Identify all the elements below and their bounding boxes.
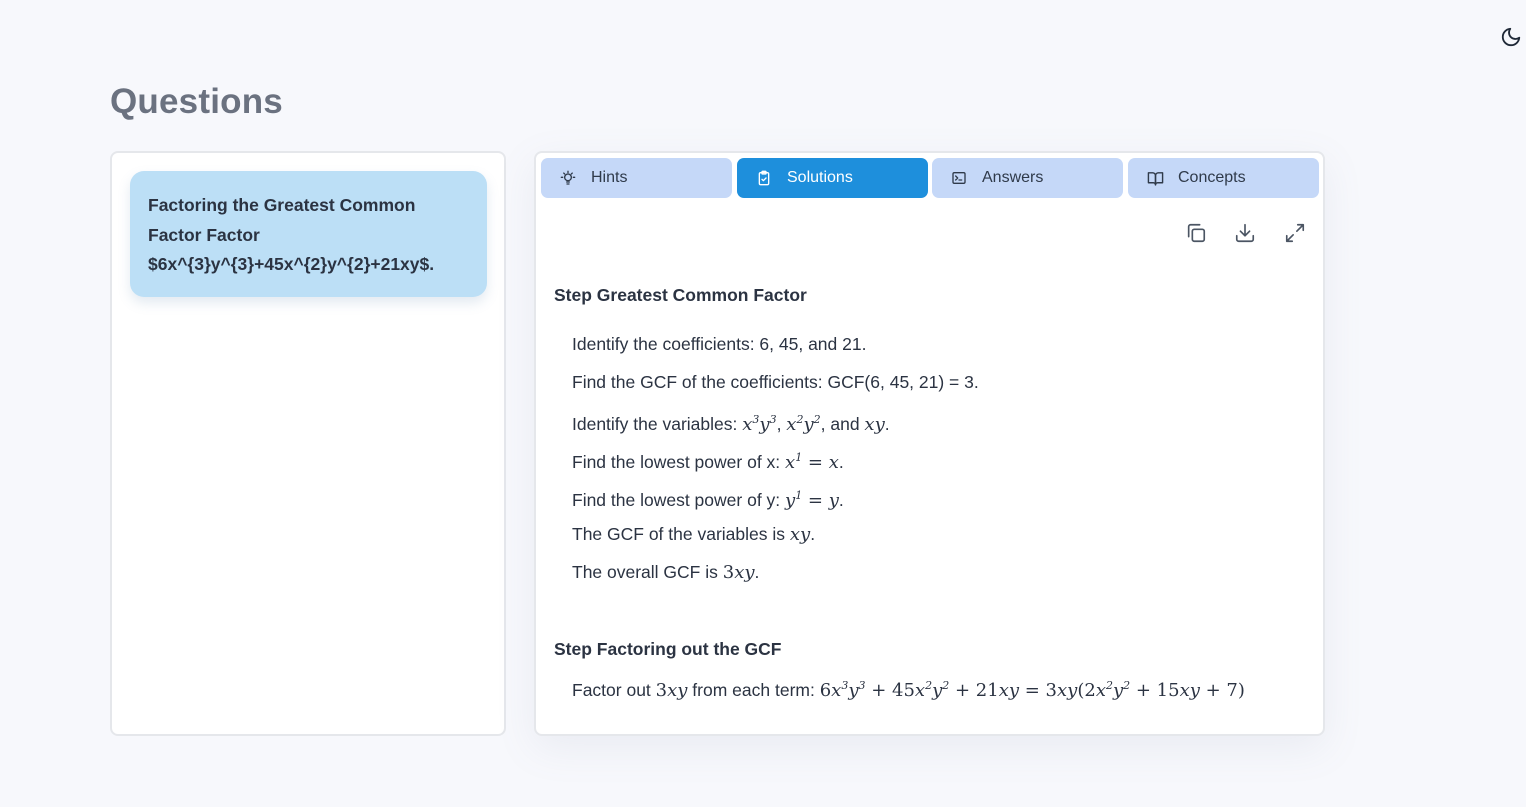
questions-panel: Factoring the Greatest Common Factor Fac… [110, 151, 506, 736]
download-button[interactable] [1233, 221, 1257, 245]
page-title: Questions [110, 82, 283, 121]
question-text: Factoring the Greatest Common Factor Fac… [148, 195, 435, 274]
copy-button[interactable] [1184, 221, 1208, 245]
tab-solutions-label: Solutions [787, 169, 853, 186]
expand-button[interactable] [1283, 221, 1307, 245]
expand-icon [1285, 223, 1305, 243]
solution-content: Step Greatest Common Factor Identify the… [554, 283, 1314, 705]
tab-concepts[interactable]: Concepts [1128, 158, 1319, 198]
tab-hints-label: Hints [591, 169, 628, 186]
lightbulb-icon [559, 169, 577, 187]
step-title: Step Factoring out the GCF [554, 639, 782, 659]
tab-solutions[interactable]: Solutions [737, 158, 928, 198]
copy-icon [1187, 223, 1206, 243]
step-line: Find the GCF of the coefficients: GCF(6,… [572, 372, 979, 392]
step-line: The GCF of the variables is xy. [572, 524, 816, 545]
solution-panel: Hints Solutions Answers Concepts Step Gr… [534, 151, 1325, 736]
clipboard-check-icon [755, 169, 773, 187]
theme-toggle-button[interactable] [1498, 24, 1524, 50]
tab-hints[interactable]: Hints [541, 158, 732, 198]
tab-answers-label: Answers [982, 169, 1044, 186]
step-line: The overall GCF is 3xy. [572, 562, 760, 583]
step-line: Identify the variables: x3y3, x2y2, and … [572, 413, 890, 435]
terminal-icon [950, 169, 968, 187]
page: Questions Factoring the Greatest Common … [0, 0, 1526, 807]
step-line: Identify the coefficients: 6, 45, and 21… [572, 334, 867, 354]
tab-answers[interactable]: Answers [932, 158, 1123, 198]
step-line: Factor out 3xy from each term: 6x3y3 + 4… [572, 679, 1245, 701]
question-card[interactable]: Factoring the Greatest Common Factor Fac… [130, 171, 487, 297]
solution-toolbar [1182, 221, 1305, 247]
download-icon [1235, 223, 1255, 243]
step-title: Step Greatest Common Factor [554, 285, 807, 305]
moon-icon [1501, 27, 1521, 47]
step-line: Find the lowest power of y: y1 = y. [572, 489, 844, 511]
step-line: Find the lowest power of x: x1 = x. [572, 451, 844, 473]
book-open-icon [1146, 169, 1164, 187]
tab-bar: Hints Solutions Answers Concepts [541, 158, 1320, 198]
tab-concepts-label: Concepts [1178, 169, 1246, 186]
